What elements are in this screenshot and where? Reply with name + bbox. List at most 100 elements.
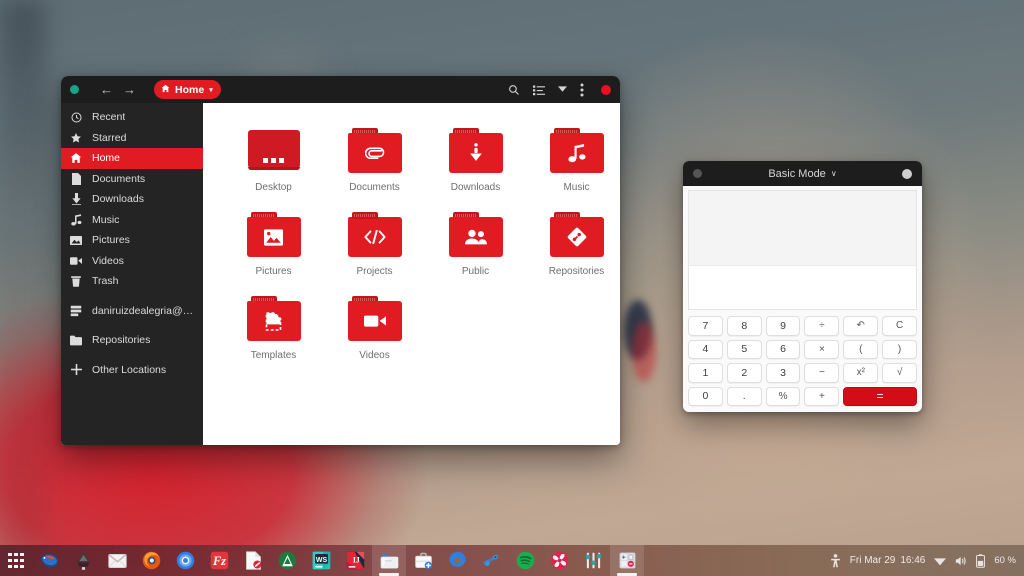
forward-icon[interactable]: → (123, 83, 136, 96)
calc-key-paren-close[interactable]: ) (882, 339, 917, 359)
sidebar-item-videos[interactable]: Videos (61, 251, 203, 272)
breadcrumb-home[interactable]: Home ▾ (154, 80, 221, 99)
server-icon (69, 305, 83, 317)
calc-key-1[interactable]: 1 (688, 363, 723, 383)
calc-key-equals[interactable]: = (843, 386, 917, 406)
file-list-area[interactable]: Desktop Documents Downloads Music Pictur… (203, 103, 620, 445)
sidebar-item-pictures[interactable]: Pictures (61, 230, 203, 251)
taskbar-app-calculator[interactable] (610, 545, 644, 576)
calculator-entry-field[interactable] (688, 265, 917, 310)
taskbar-app-chromium[interactable] (168, 545, 202, 576)
sidebar-item-home[interactable]: Home (61, 148, 203, 169)
wallpaper-blob-red (632, 322, 656, 382)
file-item-repositories[interactable]: Repositories (526, 209, 620, 293)
calc-key-divide[interactable]: ÷ (804, 316, 840, 336)
apps-grid-icon (8, 552, 24, 569)
intellij-idea-icon: IJ (346, 551, 364, 570)
sidebar-item-recent[interactable]: Recent (61, 107, 203, 128)
calc-key-6[interactable]: 6 (765, 339, 801, 359)
search-icon[interactable] (508, 84, 520, 96)
taskbar-app-software-center[interactable] (406, 545, 440, 576)
calc-key-clear[interactable]: C (882, 316, 917, 336)
file-manager-titlebar[interactable]: ← → Home ▾ (61, 76, 620, 103)
calc-key-3[interactable]: 3 (765, 363, 801, 383)
file-item-desktop[interactable]: Desktop (223, 125, 324, 209)
calc-key-5[interactable]: 5 (726, 339, 762, 359)
calculator-titlebar[interactable]: Basic Mode ∨ (683, 161, 922, 186)
chromium-icon (176, 551, 194, 570)
clock-icon (69, 112, 83, 123)
taskbar-app-files[interactable] (372, 545, 406, 576)
file-item-documents[interactable]: Documents (324, 125, 425, 209)
sidebar-item-documents[interactable]: Documents (61, 169, 203, 190)
calc-key-minus[interactable]: − (804, 363, 840, 383)
calculator-window[interactable]: Basic Mode ∨ 7 8 9 ÷ ↶ C 4 5 6 × ( ) 1 2… (683, 161, 922, 412)
desktop[interactable]: ← → Home ▾ Recent Starred Home Documents… (0, 0, 1024, 576)
file-item-label: Videos (359, 350, 390, 361)
taskbar-app-thunderbird[interactable] (32, 545, 66, 576)
taskbar-app-intellij-idea[interactable]: IJ (338, 545, 372, 576)
sidebar-item-network-account[interactable]: daniruizdealegria@… (61, 301, 203, 322)
folder-icon (549, 128, 604, 173)
sidebar-item-repositories[interactable]: Repositories (61, 330, 203, 351)
calculator-close-button[interactable] (902, 168, 912, 179)
calc-key-square[interactable]: x² (843, 363, 879, 383)
file-item-downloads[interactable]: Downloads (425, 125, 526, 209)
calc-key-sqrt[interactable]: √ (882, 363, 917, 383)
back-icon[interactable]: ← (100, 83, 113, 96)
sidebar-item-other-locations[interactable]: Other Locations (61, 360, 203, 381)
calc-key-9[interactable]: 9 (765, 316, 801, 336)
battery-icon[interactable] (976, 553, 986, 568)
wifi-icon[interactable] (934, 556, 947, 566)
clock[interactable]: Fri Mar 29 16:46 (850, 555, 926, 566)
calc-key-percent[interactable]: % (765, 386, 801, 406)
calc-key-undo[interactable]: ↶ (843, 316, 879, 336)
taskbar-app-pinwheel[interactable] (542, 545, 576, 576)
pinwheel-icon (550, 551, 568, 570)
sidebar-item-trash[interactable]: Trash (61, 271, 203, 292)
taskbar-app-inkscape[interactable] (66, 545, 100, 576)
file-manager-window[interactable]: ← → Home ▾ Recent Starred Home Documents… (61, 76, 620, 445)
taskbar-app-firefox[interactable] (134, 545, 168, 576)
calc-key-7[interactable]: 7 (688, 316, 723, 336)
file-item-pictures[interactable]: Pictures (223, 209, 324, 293)
calc-key-decimal[interactable]: . (726, 386, 762, 406)
chevron-down-icon[interactable] (558, 86, 567, 93)
taskbar-app-filezilla[interactable]: Fz (202, 545, 236, 576)
volume-icon[interactable] (955, 555, 967, 567)
file-item-label: Music (563, 182, 590, 193)
calculator-mode-selector[interactable]: Basic Mode ∨ (683, 168, 922, 180)
file-item-projects[interactable]: Projects (324, 209, 425, 293)
calc-key-0[interactable]: 0 (688, 386, 723, 406)
webstorm-icon: WS (312, 551, 330, 570)
close-window-button[interactable] (601, 84, 611, 95)
calc-key-4[interactable]: 4 (688, 339, 723, 359)
taskbar-app-settings[interactable] (440, 545, 474, 576)
file-item-templates[interactable]: Templates (223, 293, 324, 377)
accessibility-icon[interactable] (830, 553, 841, 568)
file-item-music[interactable]: Music (526, 125, 620, 209)
more-options-icon[interactable] (580, 83, 584, 97)
taskbar-app-webstorm[interactable]: WS (304, 545, 338, 576)
taskbar-app-equalizer[interactable] (576, 545, 610, 576)
sidebar-item-music[interactable]: Music (61, 210, 203, 231)
window-status-dot[interactable] (70, 85, 79, 94)
taskbar-app-pdf-viewer[interactable] (236, 545, 270, 576)
calc-key-plus[interactable]: + (804, 386, 840, 406)
taskbar-app-steam[interactable] (474, 545, 508, 576)
taskbar-app-spotify[interactable] (508, 545, 542, 576)
calc-key-multiply[interactable]: × (804, 339, 840, 359)
show-applications-button[interactable] (0, 545, 32, 576)
calc-key-2[interactable]: 2 (726, 363, 762, 383)
sidebar-item-downloads[interactable]: Downloads (61, 189, 203, 210)
taskbar-app-android-studio[interactable] (270, 545, 304, 576)
file-item-public[interactable]: Public (425, 209, 526, 293)
list-view-icon[interactable] (533, 84, 545, 96)
sidebar-item-starred[interactable]: Starred (61, 128, 203, 149)
taskbar-app-mail[interactable] (100, 545, 134, 576)
file-item-videos[interactable]: Videos (324, 293, 425, 377)
calc-key-8[interactable]: 8 (726, 316, 762, 336)
calc-key-paren-open[interactable]: ( (843, 339, 879, 359)
calculator-menu-dot[interactable] (693, 169, 702, 178)
people-icon (464, 229, 487, 245)
